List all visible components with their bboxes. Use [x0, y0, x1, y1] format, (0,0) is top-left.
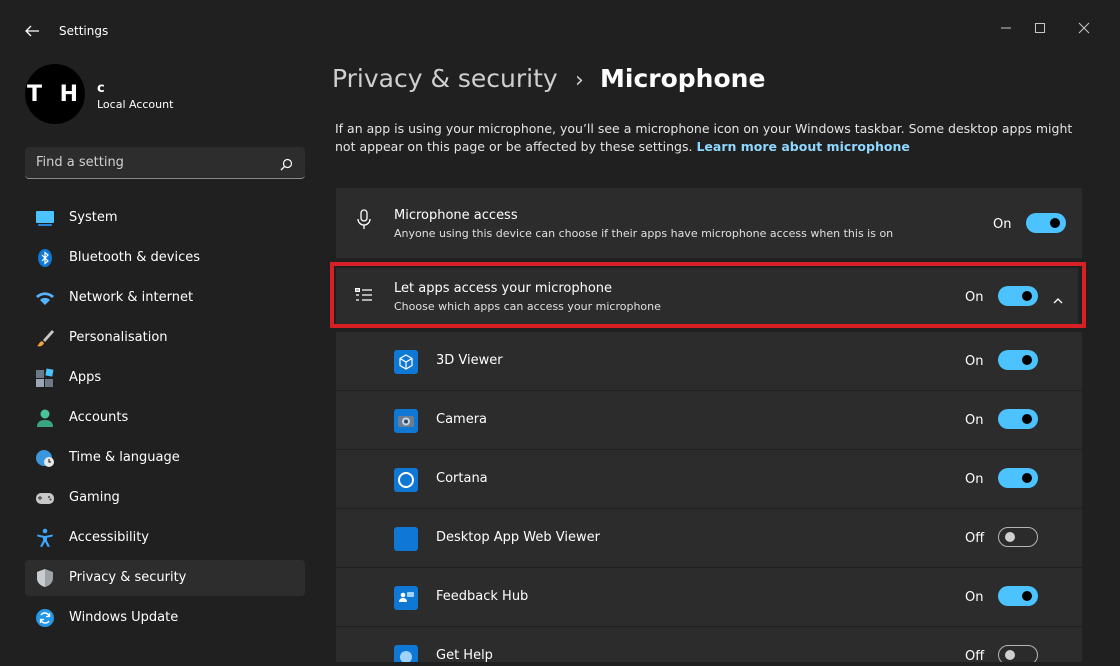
- title-bar: Settings: [10, 6, 1106, 56]
- sidebar-item-privacy-security[interactable]: Privacy & security: [25, 560, 305, 596]
- microphone-access-subtitle: Anyone using this device can choose if t…: [394, 227, 894, 240]
- sidebar-item-time-language[interactable]: Time & language: [25, 440, 305, 476]
- sidebar-item-label: Windows Update: [69, 610, 179, 625]
- shield-icon: [35, 568, 55, 588]
- system-icon: [35, 208, 55, 228]
- sidebar-item-apps[interactable]: Apps: [25, 360, 305, 396]
- search-placeholder: Find a setting: [36, 155, 124, 170]
- sidebar-item-gaming[interactable]: Gaming: [25, 480, 305, 516]
- microphone-access-card: Microphone access Anyone using this devi…: [336, 188, 1082, 258]
- sidebar-item-accessibility[interactable]: Accessibility: [25, 520, 305, 556]
- app-toggle-feedback-hub[interactable]: [998, 586, 1038, 606]
- app-name: Feedback Hub: [436, 589, 529, 604]
- toggle-knob: [1022, 473, 1032, 483]
- get-help-icon: [394, 645, 418, 662]
- bluetooth-icon: [35, 248, 55, 268]
- username: c: [97, 81, 105, 96]
- app-state: On: [965, 590, 984, 605]
- update-icon: [35, 608, 55, 628]
- app-state: On: [965, 413, 984, 428]
- page-description: If an app is using your microphone, you’…: [335, 120, 1075, 156]
- sidebar-item-label: Time & language: [69, 450, 180, 465]
- app-toggle-cortana[interactable]: [998, 468, 1038, 488]
- toggle-knob: [1022, 414, 1032, 424]
- close-icon[interactable]: [1072, 18, 1096, 38]
- sidebar-item-windows-update[interactable]: Windows Update: [25, 600, 305, 636]
- search-input[interactable]: Find a setting: [25, 147, 305, 179]
- app-name: Cortana: [436, 471, 488, 486]
- sidebar-item-label: Bluetooth & devices: [69, 250, 200, 265]
- cube-icon: [394, 350, 418, 374]
- app-row-camera: Camera On: [336, 391, 1082, 449]
- camera-icon: [394, 409, 418, 433]
- app-title: Settings: [59, 24, 109, 38]
- app-name: Get Help: [436, 648, 493, 662]
- app-row-get-help: Get Help Off: [336, 627, 1082, 662]
- sidebar-item-label: Gaming: [69, 490, 120, 505]
- toggle-knob: [1022, 591, 1032, 601]
- globe-clock-icon: [35, 448, 55, 468]
- toggle-knob: [1005, 532, 1015, 542]
- app-row-desktop-app-web-viewer: Desktop App Web Viewer Off: [336, 509, 1082, 567]
- sidebar-item-label: Personalisation: [69, 330, 168, 345]
- sidebar-item-label: System: [69, 210, 118, 225]
- toggle-knob: [1022, 355, 1032, 365]
- page-title: Microphone: [600, 64, 766, 93]
- app-name: Camera: [436, 412, 488, 427]
- app-row-feedback-hub: Feedback Hub On: [336, 568, 1082, 626]
- sidebar-item-label: Network & internet: [69, 290, 194, 305]
- microphone-access-state: On: [993, 217, 1012, 232]
- sidebar-item-personalisation[interactable]: Personalisation: [25, 320, 305, 356]
- sidebar-item-accounts[interactable]: Accounts: [25, 400, 305, 436]
- avatar[interactable]: T H: [25, 64, 85, 124]
- apps-icon: [35, 368, 55, 388]
- settings-window: Settings T H c Local Account Find a sett…: [10, 6, 1106, 662]
- toggle-knob: [1005, 650, 1015, 660]
- web-viewer-icon: [394, 527, 418, 551]
- gamepad-icon: [35, 488, 55, 508]
- maximize-icon[interactable]: [1028, 18, 1052, 38]
- app-state: On: [965, 354, 984, 369]
- microphone-access-toggle[interactable]: [1026, 213, 1066, 233]
- sidebar-item-label: Accounts: [69, 410, 129, 425]
- breadcrumb-parent[interactable]: Privacy & security: [332, 64, 558, 93]
- app-toggle-camera[interactable]: [998, 409, 1038, 429]
- sidebar-item-label: Privacy & security: [69, 570, 187, 585]
- learn-more-link[interactable]: Learn more about microphone: [696, 139, 909, 154]
- search-icon[interactable]: [280, 156, 293, 171]
- sidebar-item-system[interactable]: System: [25, 200, 305, 236]
- app-state: On: [965, 472, 984, 487]
- accessibility-icon: [35, 528, 55, 548]
- microphone-icon: [354, 209, 374, 231]
- accounts-icon: [35, 408, 55, 428]
- chevron-up-icon[interactable]: [1053, 291, 1063, 304]
- sidebar-item-label: Accessibility: [69, 530, 149, 545]
- app-state: Off: [965, 531, 985, 546]
- app-name: 3D Viewer: [436, 353, 503, 368]
- feedback-hub-icon: [394, 586, 418, 610]
- minimize-icon[interactable]: [994, 18, 1018, 38]
- arrow-left-icon[interactable]: [24, 23, 40, 39]
- brush-icon: [35, 328, 55, 348]
- account-type: Local Account: [97, 98, 174, 111]
- sidebar-nav: System Bluetooth & devices Network & int…: [25, 200, 305, 640]
- microphone-access-title: Microphone access: [394, 208, 518, 223]
- highlight-outline: [330, 262, 1086, 328]
- app-toggle-get-help[interactable]: [998, 645, 1038, 662]
- app-toggle-3d-viewer[interactable]: [998, 350, 1038, 370]
- avatar-initials: T H: [26, 82, 84, 107]
- sidebar-item-label: Apps: [69, 370, 102, 385]
- app-name: Desktop App Web Viewer: [436, 530, 600, 545]
- wifi-icon: [35, 288, 55, 308]
- sidebar-item-bluetooth[interactable]: Bluetooth & devices: [25, 240, 305, 276]
- app-toggle-desktop-app-web-viewer[interactable]: [998, 527, 1038, 547]
- app-row-3d-viewer: 3D Viewer On: [336, 332, 1082, 390]
- breadcrumb-separator: ›: [575, 68, 584, 93]
- app-row-cortana: Cortana On: [336, 450, 1082, 508]
- app-state: Off: [965, 649, 985, 662]
- toggle-knob: [1050, 218, 1060, 228]
- cortana-icon: [394, 468, 418, 492]
- sidebar-item-network[interactable]: Network & internet: [25, 280, 305, 316]
